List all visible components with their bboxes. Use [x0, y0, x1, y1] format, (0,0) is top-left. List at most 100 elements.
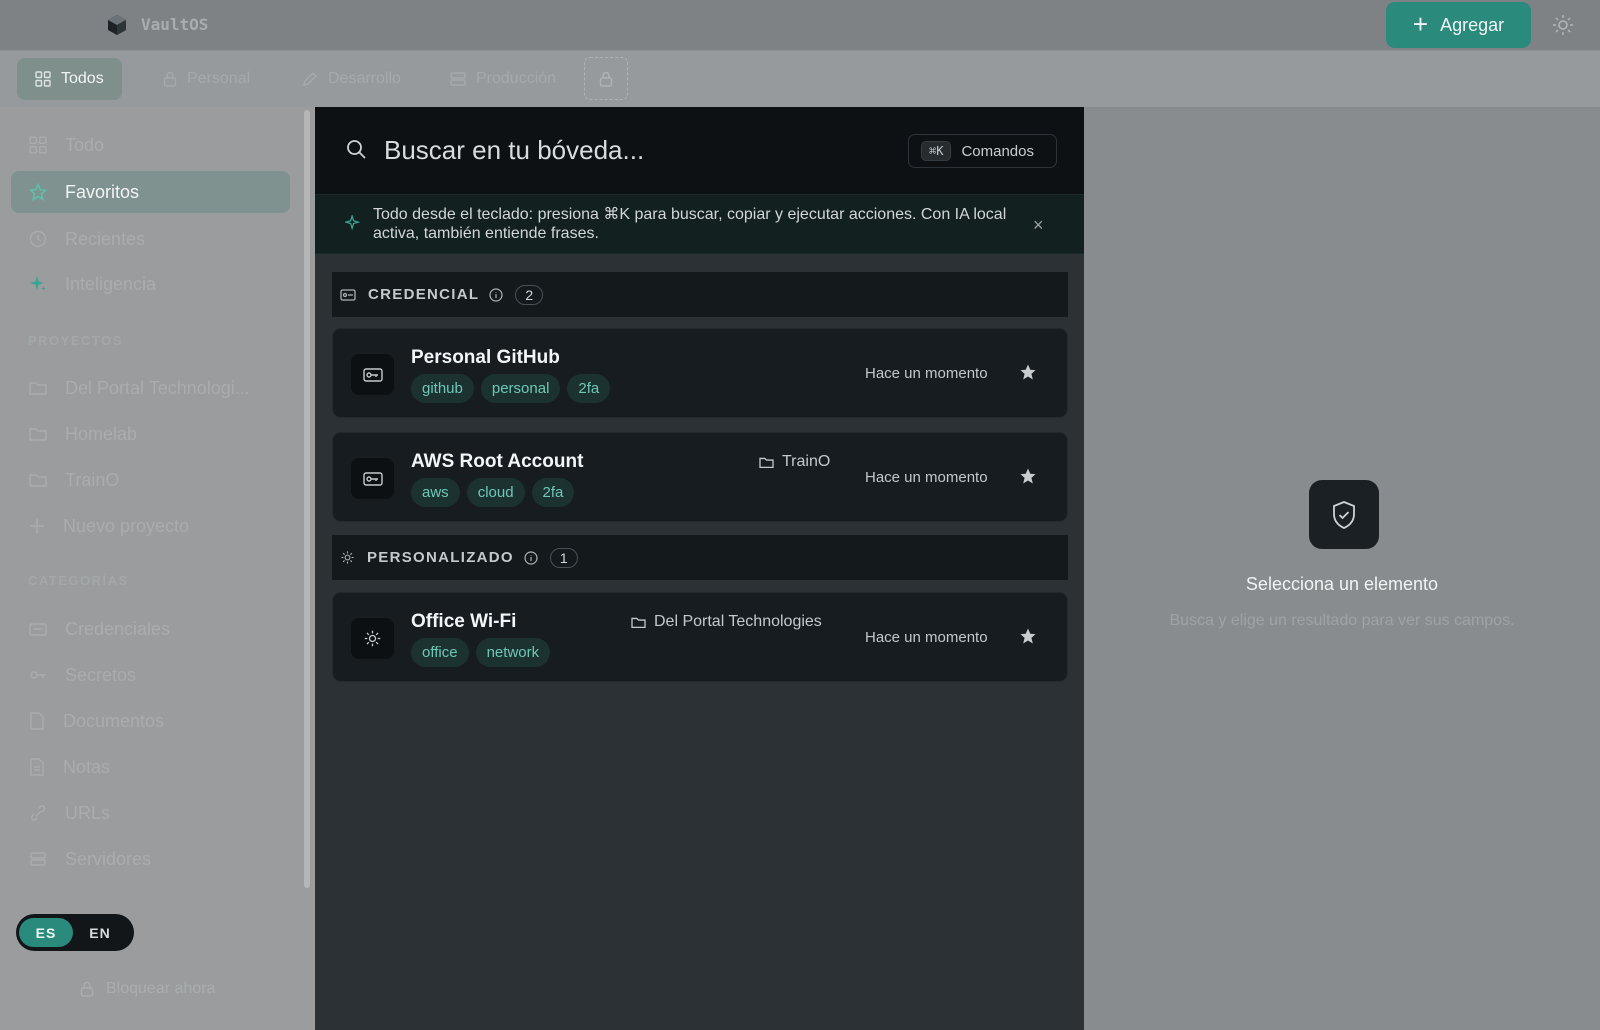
favorite-star-icon[interactable]: [1019, 627, 1037, 645]
commands-label: Comandos: [961, 142, 1034, 160]
sparkle-icon: [345, 215, 361, 231]
sidebar-item-category[interactable]: Notas: [11, 746, 290, 788]
sidebar-scrollbar[interactable]: [304, 110, 310, 888]
search-icon: [347, 140, 366, 159]
lock-now-label: Bloquear ahora: [106, 980, 216, 997]
tag[interactable]: cloud: [466, 478, 525, 507]
sidebar-item-favoritos[interactable]: Favoritos: [11, 171, 290, 213]
sidebar-item-label: Recientes: [65, 228, 146, 249]
tag[interactable]: 2fa: [531, 478, 575, 507]
close-icon[interactable]: ×: [1033, 215, 1044, 236]
credential-icon: [351, 458, 394, 499]
item-title: Personal GitHub: [411, 347, 560, 368]
tag[interactable]: personal: [480, 374, 561, 403]
sidebar-item-category[interactable]: URLs: [11, 792, 290, 834]
info-icon: [489, 287, 503, 302]
tag[interactable]: aws: [411, 478, 460, 507]
gear-icon: [351, 618, 394, 659]
item-timestamp: Hace un momento: [865, 629, 988, 646]
sidebar-item-project[interactable]: Homelab: [11, 413, 290, 455]
item-tags: office network: [411, 638, 551, 667]
empty-state-subtitle: Busca y elige un resultado para ver sus …: [1169, 612, 1515, 629]
folder-icon: [29, 382, 47, 395]
tab-label: Producción: [476, 70, 557, 87]
app-title: VaultOS: [141, 15, 209, 34]
folder-label: Del Portal Technologies: [654, 613, 822, 630]
item-folder: Del Portal Technologies: [631, 613, 822, 631]
categories-section-label: CATEGORÍAS: [28, 573, 129, 588]
add-tab-button[interactable]: [584, 57, 628, 100]
tab-personal[interactable]: Personal: [145, 58, 268, 100]
sidebar-item-recientes[interactable]: Recientes: [11, 218, 290, 260]
group-count-badge: 2: [515, 284, 544, 305]
commands-button[interactable]: ⌘K Comandos: [908, 134, 1057, 168]
sidebar-item-project[interactable]: TrainO: [11, 459, 290, 501]
tab-produccion[interactable]: Producción: [432, 58, 574, 100]
lock-icon: [80, 981, 94, 997]
lang-en-option[interactable]: EN: [73, 918, 127, 947]
language-toggle: ES EN: [16, 914, 134, 951]
add-button[interactable]: + Agregar: [1386, 2, 1531, 48]
tag[interactable]: github: [411, 374, 474, 403]
item-folder: TrainO: [759, 453, 830, 471]
tip-text: Todo desde el teclado: presiona ⌘K para …: [373, 206, 1007, 242]
tab-desarrollo[interactable]: Desarrollo: [284, 58, 419, 100]
search-input[interactable]: [384, 131, 884, 169]
item-tags: github personal 2fa: [411, 374, 611, 403]
tag[interactable]: 2fa: [567, 374, 611, 403]
list-item[interactable]: Office Wi-Fi Del Portal Technologies off…: [332, 592, 1068, 682]
sidebar-item-label: Notas: [63, 756, 111, 777]
lock-icon: [163, 71, 177, 87]
lock-icon: [599, 71, 613, 87]
lock-now-button[interactable]: Bloquear ahora: [80, 980, 215, 998]
sidebar-item-inteligencia[interactable]: Inteligencia: [11, 263, 290, 305]
lang-es-option[interactable]: ES: [19, 918, 73, 947]
grid-icon: [29, 136, 47, 154]
search-palette: ⌘K Comandos Todo desde el teclado: presi…: [315, 107, 1084, 1030]
key-icon: [30, 671, 46, 679]
sidebar-item-label: Credenciales: [65, 618, 171, 639]
plus-icon: [30, 519, 44, 533]
sidebar-item-label: Homelab: [65, 423, 138, 444]
sparkle-icon: [30, 276, 46, 291]
group-label: CREDENCIAL: [368, 286, 480, 303]
new-project-button[interactable]: Nuevo proyecto: [11, 505, 290, 547]
sidebar-item-label: TrainO: [65, 469, 120, 490]
folder-label: TrainO: [782, 453, 831, 470]
sidebar-item-label: Favoritos: [65, 181, 140, 202]
plus-icon: +: [1412, 9, 1429, 39]
tab-todos[interactable]: Todos: [17, 58, 122, 100]
credential-icon: [351, 354, 394, 395]
folder-icon: [29, 428, 47, 441]
favorite-star-icon[interactable]: [1019, 467, 1037, 485]
item-title: Office Wi-Fi: [411, 611, 517, 632]
tab-label: Desarrollo: [328, 70, 401, 87]
keyboard-tip-banner: Todo desde el teclado: presiona ⌘K para …: [315, 194, 1084, 254]
sidebar-item-label: Nuevo proyecto: [63, 515, 190, 536]
id-card-icon: [29, 623, 47, 636]
tag[interactable]: office: [411, 638, 469, 667]
sidebar-item-category[interactable]: Documentos: [11, 700, 290, 742]
list-item[interactable]: Personal GitHub github personal 2fa Hace…: [332, 328, 1068, 418]
note-icon: [30, 758, 44, 776]
info-icon: [524, 550, 538, 565]
vault-logo-icon: [108, 15, 126, 35]
server-icon: [450, 72, 466, 86]
shield-icon: [1309, 480, 1379, 549]
gear-icon: [341, 551, 354, 564]
sun-icon[interactable]: [1552, 14, 1574, 36]
group-count-badge: 1: [549, 547, 578, 568]
sidebar-item-project[interactable]: Del Portal Technologi...: [11, 367, 290, 409]
folder-icon: [631, 617, 646, 628]
sidebar-item-label: Todo: [65, 134, 105, 155]
list-item[interactable]: AWS Root Account TrainO aws cloud 2fa Ha…: [332, 432, 1068, 522]
favorite-star-icon[interactable]: [1019, 363, 1037, 381]
tag[interactable]: network: [475, 638, 551, 667]
sidebar-item-category[interactable]: Secretos: [11, 654, 290, 696]
group-header-credencial: CREDENCIAL 2: [332, 272, 1068, 317]
search-bar: ⌘K Comandos: [315, 107, 1084, 194]
top-bar: VaultOS + Agregar: [0, 0, 1600, 51]
sidebar-item-category[interactable]: Servidores: [11, 838, 290, 880]
sidebar-item-category[interactable]: Credenciales: [11, 608, 290, 650]
sidebar-item-todo[interactable]: Todo: [11, 124, 290, 166]
